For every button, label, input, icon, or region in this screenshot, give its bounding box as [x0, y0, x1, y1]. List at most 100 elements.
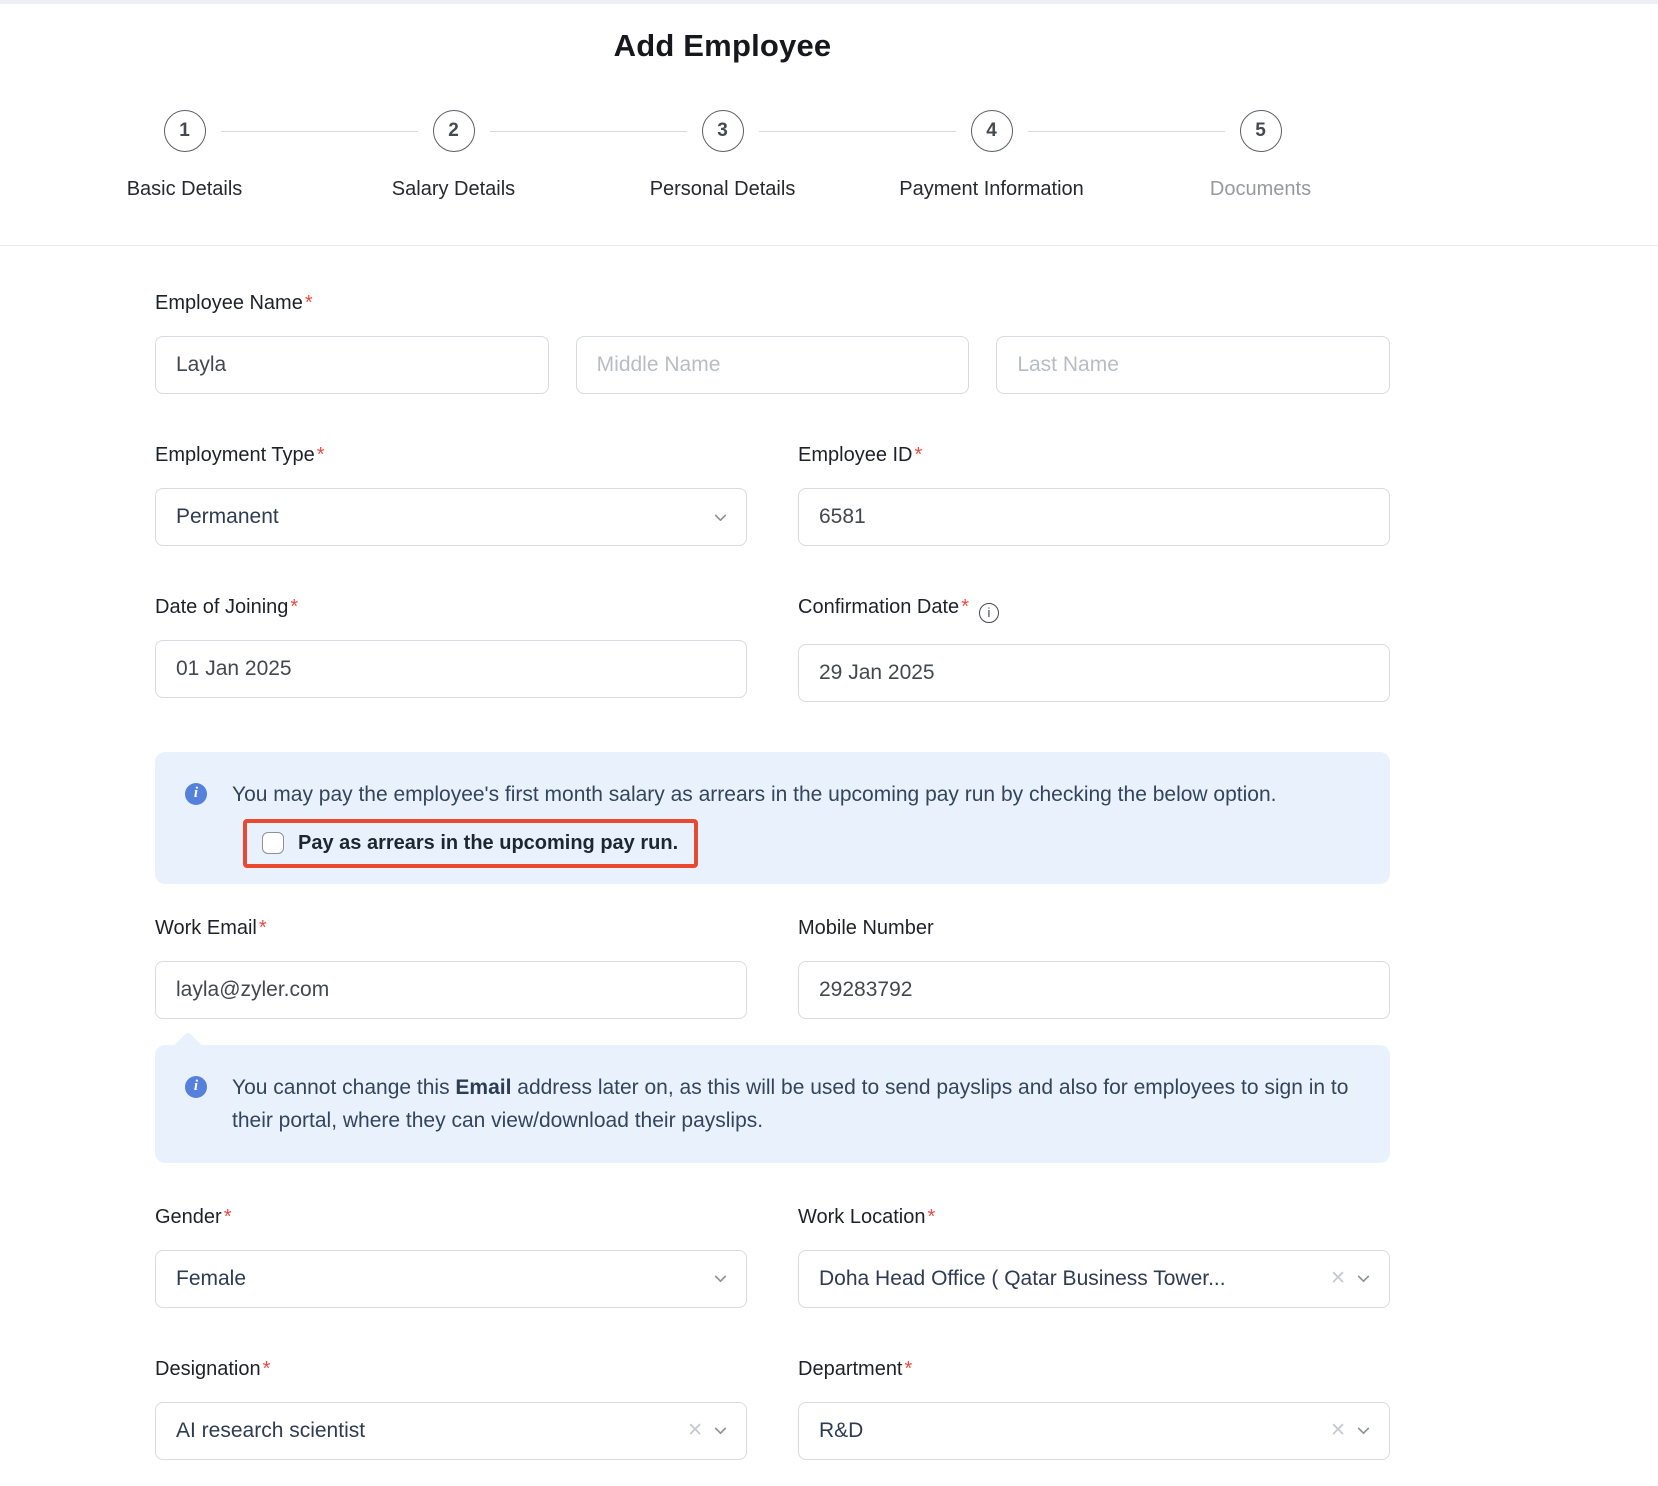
employment-row: Employment Type* Permanent Employee ID*: [155, 444, 1390, 546]
required-asterisk: *: [263, 1358, 271, 1380]
work-email-field: Work Email*: [155, 917, 747, 1019]
step-number-circle: 1: [164, 110, 206, 152]
step-number: 1: [179, 120, 190, 142]
label-text: Department: [798, 1358, 903, 1380]
email-banner-body: You cannot change this Email address lat…: [232, 1071, 1360, 1137]
info-icon: i: [185, 783, 207, 805]
mobile-number-label: Mobile Number: [798, 917, 1390, 940]
step-number: 5: [1255, 120, 1266, 142]
step-connector-line: [490, 131, 687, 132]
selected-value: AI research scientist: [176, 1419, 687, 1443]
stepper-step-salary-details[interactable]: 2 Salary Details: [319, 110, 588, 201]
chevron-down-icon: [1356, 1423, 1371, 1438]
department-select[interactable]: R&D ✕: [798, 1402, 1390, 1460]
date-of-joining-field: Date of Joining*: [155, 596, 747, 702]
required-asterisk: *: [224, 1206, 232, 1228]
gender-select[interactable]: Female: [155, 1250, 747, 1308]
employee-id-label: Employee ID*: [798, 444, 1390, 467]
info-icon: i: [185, 1076, 207, 1098]
step-number-circle: 2: [433, 110, 475, 152]
step-number-circle: 3: [702, 110, 744, 152]
pay-arrears-checkbox[interactable]: [262, 832, 284, 854]
stepper-step-payment-information[interactable]: 4 Payment Information: [857, 110, 1126, 201]
info-tooltip-icon[interactable]: i: [979, 603, 999, 623]
label-text: Employee ID: [798, 444, 913, 466]
work-location-label: Work Location*: [798, 1206, 1390, 1229]
email-banner-text-before: You cannot change this: [232, 1076, 455, 1099]
chevron-down-icon: [1356, 1271, 1371, 1286]
work-location-field: Work Location* Doha Head Office ( Qatar …: [798, 1206, 1390, 1308]
work-location-select[interactable]: Doha Head Office ( Qatar Business Tower.…: [798, 1250, 1390, 1308]
label-text: Designation: [155, 1358, 261, 1380]
dates-row: Date of Joining* Confirmation Date*i: [155, 596, 1390, 702]
page-title: Add Employee: [0, 28, 1445, 64]
clear-selection-icon[interactable]: ✕: [1330, 1269, 1346, 1288]
label-text: Work Location: [798, 1206, 925, 1228]
label-text: Employee Name: [155, 292, 303, 314]
first-name-input[interactable]: [155, 336, 549, 394]
employee-name-row: [155, 336, 1390, 394]
required-asterisk: *: [290, 596, 298, 618]
gender-location-row: Gender* Female Work Location* Doha Head …: [155, 1206, 1390, 1308]
clear-selection-icon[interactable]: ✕: [1330, 1421, 1346, 1440]
arrears-checkbox-highlight-box: Pay as arrears in the upcoming pay run.: [243, 819, 698, 868]
email-info-banner: i You cannot change this Email address l…: [155, 1045, 1390, 1163]
add-employee-page: Add Employee 1 Basic Details 2 Salary De…: [0, 0, 1658, 1460]
step-number: 3: [717, 120, 728, 142]
email-banner-text: You cannot change this Email address lat…: [232, 1071, 1352, 1137]
middle-name-input[interactable]: [576, 336, 970, 394]
chevron-down-icon: [713, 1271, 728, 1286]
step-label: Payment Information: [899, 178, 1084, 201]
step-number: 4: [986, 120, 997, 142]
work-email-label: Work Email*: [155, 917, 747, 940]
mobile-number-input[interactable]: [798, 961, 1390, 1019]
required-asterisk: *: [317, 444, 325, 466]
pay-arrears-checkbox-label[interactable]: Pay as arrears in the upcoming pay run.: [298, 832, 678, 855]
required-asterisk: *: [915, 444, 923, 466]
department-field: Department* R&D ✕: [798, 1358, 1390, 1460]
required-asterisk: *: [905, 1358, 913, 1380]
employee-id-field: Employee ID*: [798, 444, 1390, 546]
stepper: 1 Basic Details 2 Salary Details 3 Perso…: [50, 110, 1395, 201]
label-text: Date of Joining: [155, 596, 288, 618]
basic-details-form: Employee Name* Employment Type* Permanen…: [155, 246, 1390, 1460]
arrears-banner-body: You may pay the employee's first month s…: [232, 778, 1360, 868]
label-text: Mobile Number: [798, 917, 934, 939]
required-asterisk: *: [927, 1206, 935, 1228]
mobile-number-field: Mobile Number: [798, 917, 1390, 1019]
step-label: Personal Details: [650, 178, 796, 201]
stepper-step-personal-details[interactable]: 3 Personal Details: [588, 110, 857, 201]
step-connector-line: [1028, 131, 1225, 132]
selected-value: Doha Head Office ( Qatar Business Tower.…: [819, 1267, 1330, 1291]
stepper-step-basic-details[interactable]: 1 Basic Details: [50, 110, 319, 201]
stepper-step-documents[interactable]: 5 Documents: [1126, 110, 1395, 201]
step-label: Documents: [1210, 178, 1311, 201]
label-text: Work Email: [155, 917, 257, 939]
chevron-down-icon: [713, 510, 728, 525]
required-asterisk: *: [305, 292, 313, 314]
date-of-joining-input[interactable]: [155, 640, 747, 698]
step-label: Basic Details: [127, 178, 243, 201]
label-text: Employment Type: [155, 444, 315, 466]
selected-value: Permanent: [176, 505, 713, 529]
designation-select[interactable]: AI research scientist ✕: [155, 1402, 747, 1460]
last-name-input[interactable]: [996, 336, 1390, 394]
confirmation-date-input[interactable]: [798, 644, 1390, 702]
gender-field: Gender* Female: [155, 1206, 747, 1308]
employee-name-label: Employee Name*: [155, 292, 1390, 315]
contact-row: Work Email* Mobile Number: [155, 917, 1390, 1019]
date-of-joining-label: Date of Joining*: [155, 596, 747, 619]
gender-label: Gender*: [155, 1206, 747, 1229]
work-email-input[interactable]: [155, 961, 747, 1019]
designation-label: Designation*: [155, 1358, 747, 1381]
selected-value: Female: [176, 1267, 713, 1291]
clear-selection-icon[interactable]: ✕: [687, 1421, 703, 1440]
employee-id-input[interactable]: [798, 488, 1390, 546]
arrears-info-banner: i You may pay the employee's first month…: [155, 752, 1390, 884]
step-connector-line: [759, 131, 956, 132]
required-asterisk: *: [961, 596, 969, 618]
confirmation-date-field: Confirmation Date*i: [798, 596, 1390, 702]
chevron-down-icon: [713, 1423, 728, 1438]
required-asterisk: *: [259, 917, 267, 939]
employment-type-select[interactable]: Permanent: [155, 488, 747, 546]
